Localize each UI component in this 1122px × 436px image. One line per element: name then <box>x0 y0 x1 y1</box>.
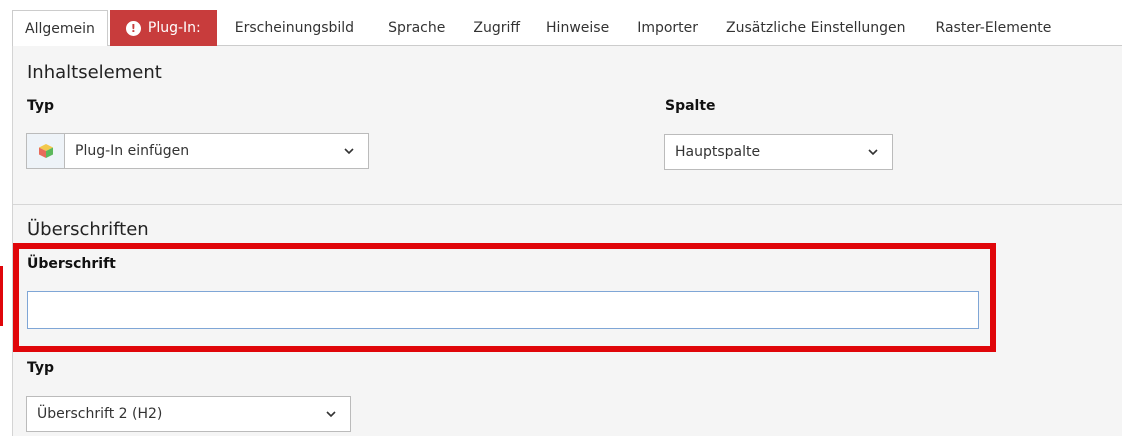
tab-label: Allgemein <box>25 20 95 37</box>
tab-label: Erscheinungsbild <box>234 20 355 36</box>
header-type-label: Typ <box>27 360 55 376</box>
header-type-select[interactable]: Überschrift 2 (H2) <box>26 396 351 432</box>
tab-label: Hinweise <box>546 20 610 36</box>
tab-plugin[interactable]: ! Plug-In: <box>109 10 217 46</box>
tab-importer[interactable]: Importer <box>621 10 710 46</box>
tab-sprache[interactable]: Sprache <box>366 10 457 46</box>
tab-raster-elemente[interactable]: Raster-Elemente <box>918 10 1064 46</box>
chevron-down-icon <box>344 148 354 155</box>
tab-label: Plug-In: <box>147 20 201 36</box>
tab-label: Zusätzliche Einstellungen <box>726 20 906 36</box>
tab-label: Importer <box>637 20 699 36</box>
tab-zugriff[interactable]: Zugriff <box>457 10 532 46</box>
header-type-value: Überschrift 2 (H2) <box>37 406 163 422</box>
plugin-cube-icon <box>27 134 65 168</box>
column-value: Hauptspalte <box>675 144 761 160</box>
section-title-inhaltselement: Inhaltselement <box>27 62 162 83</box>
column-label: Spalte <box>665 98 716 114</box>
tab-allgemein[interactable]: Allgemein <box>12 10 108 47</box>
header-input[interactable] <box>27 291 979 329</box>
content-type-select[interactable]: Plug-In einfügen <box>26 133 369 169</box>
chevron-down-icon <box>326 411 336 418</box>
type-label: Typ <box>27 98 55 114</box>
chevron-down-icon <box>868 149 878 156</box>
section-title-ueberschriften: Überschriften <box>27 219 149 240</box>
header-label: Überschrift <box>27 256 116 272</box>
error-icon: ! <box>125 20 141 36</box>
section-divider <box>13 204 1122 205</box>
tab-zusaetzliche-einstellungen[interactable]: Zusätzliche Einstellungen <box>710 10 918 46</box>
tab-bar: Allgemein ! Plug-In: Erscheinungsbild Sp… <box>12 10 1122 47</box>
highlight-edge-mark <box>0 266 3 326</box>
tab-label: Sprache <box>388 20 446 36</box>
tab-erscheinungsbild[interactable]: Erscheinungsbild <box>217 10 366 46</box>
column-select[interactable]: Hauptspalte <box>664 134 893 170</box>
tab-label: Raster-Elemente <box>935 20 1052 36</box>
form-panel: Inhaltselement Typ Spalte Plug-In einfüg… <box>12 46 1122 436</box>
tab-label: Zugriff <box>473 20 521 36</box>
tab-hinweise[interactable]: Hinweise <box>532 10 621 46</box>
content-type-value: Plug-In einfügen <box>75 143 190 159</box>
